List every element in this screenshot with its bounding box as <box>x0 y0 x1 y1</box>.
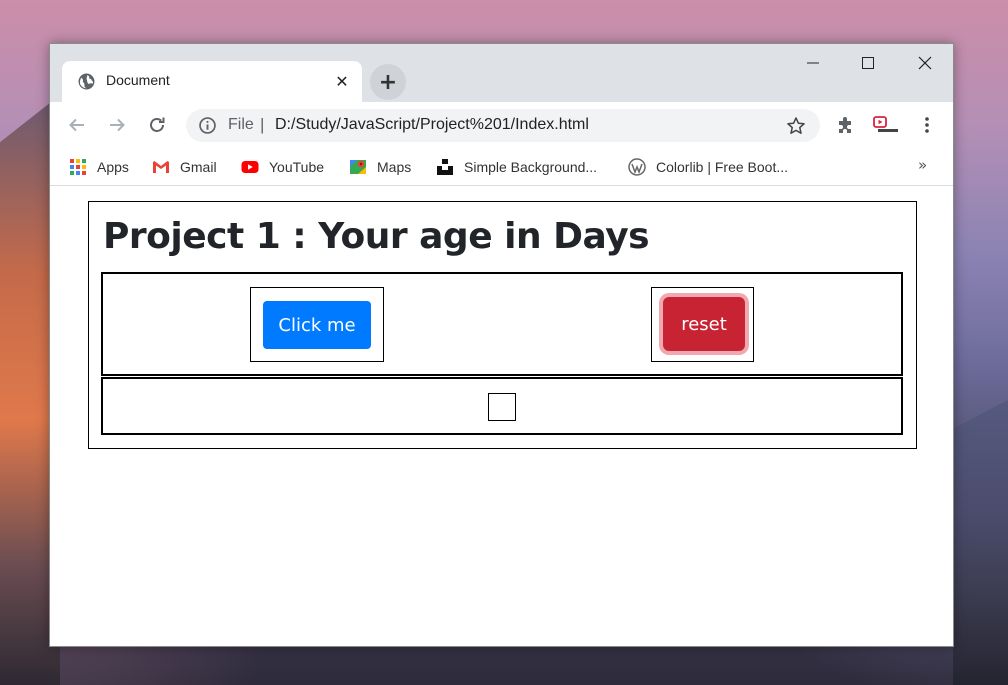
reset-button-cell: reset <box>651 287 754 362</box>
title-bar: Document ✕ + <box>50 44 953 102</box>
reload-icon[interactable] <box>145 113 169 137</box>
click-button-cell: Click me <box>250 287 384 362</box>
tab-close-icon[interactable]: ✕ <box>330 69 354 93</box>
bookmarks-overflow-button[interactable]: » <box>918 156 927 174</box>
star-icon[interactable] <box>786 116 806 136</box>
reset-button[interactable]: reset <box>663 297 745 351</box>
info-icon[interactable] <box>199 117 216 134</box>
result-row <box>101 377 903 435</box>
bookmark-label: Simple Background... <box>464 159 598 175</box>
kebab-menu-icon[interactable] <box>916 114 938 136</box>
browser-window: Document ✕ + File | D:/Study/JavaScript/… <box>49 43 954 647</box>
bookmark-simple-background[interactable]: Simple Background... <box>436 157 597 177</box>
address-bar[interactable]: File | D:/Study/JavaScript/Project%201/I… <box>186 109 820 142</box>
click-me-button[interactable]: Click me <box>263 301 371 349</box>
close-icon[interactable] <box>910 52 940 74</box>
result-box <box>488 393 516 421</box>
button-row: Click me reset <box>101 272 903 376</box>
maps-icon <box>350 160 366 174</box>
toolbar: File | D:/Study/JavaScript/Project%201/I… <box>50 102 953 148</box>
bookmarks-bar: Apps Gmail YouTube Maps Simple Backgroun… <box>50 148 953 186</box>
bookmark-gmail[interactable]: Gmail <box>152 157 217 177</box>
globe-icon <box>78 73 95 90</box>
tab-document[interactable]: Document ✕ <box>62 61 362 102</box>
unsplash-icon <box>437 159 453 175</box>
youtube-icon <box>241 161 259 173</box>
page-title: Project 1 : Your age in Days <box>103 216 650 257</box>
puzzle-icon[interactable] <box>835 114 857 136</box>
bookmark-apps[interactable]: Apps <box>69 157 129 177</box>
url-text[interactable]: D:/Study/JavaScript/Project%201/Index.ht… <box>275 116 589 134</box>
maximize-icon[interactable] <box>853 52 883 74</box>
bookmark-label: Gmail <box>180 159 217 175</box>
plus-icon[interactable]: + <box>370 64 406 100</box>
minimize-icon[interactable] <box>798 52 828 74</box>
bookmark-label: YouTube <box>269 159 325 175</box>
apps-grid-icon <box>70 159 86 175</box>
page-container: Project 1 : Your age in Days Click me re… <box>88 201 917 449</box>
bookmark-label: Maps <box>377 159 412 175</box>
desktop-wallpaper-right <box>953 400 1008 685</box>
page-viewport: Project 1 : Your age in Days Click me re… <box>50 187 953 646</box>
scheme-separator: | <box>260 115 265 134</box>
souvenir-extension-icon[interactable] <box>872 114 900 136</box>
wordpress-icon <box>628 158 646 176</box>
bookmark-maps[interactable]: Maps <box>349 157 411 177</box>
bookmark-colorlib[interactable]: Colorlib | Free Boot... <box>628 157 788 177</box>
scheme-label: File <box>228 116 254 133</box>
bookmark-label: Apps <box>97 159 129 175</box>
tab-title: Document <box>106 72 170 88</box>
gmail-icon <box>153 161 169 173</box>
back-arrow-icon[interactable] <box>65 113 89 137</box>
forward-arrow-icon[interactable] <box>105 113 129 137</box>
bookmark-youtube[interactable]: YouTube <box>241 157 324 177</box>
bookmark-label: Colorlib | Free Boot... <box>656 159 789 175</box>
